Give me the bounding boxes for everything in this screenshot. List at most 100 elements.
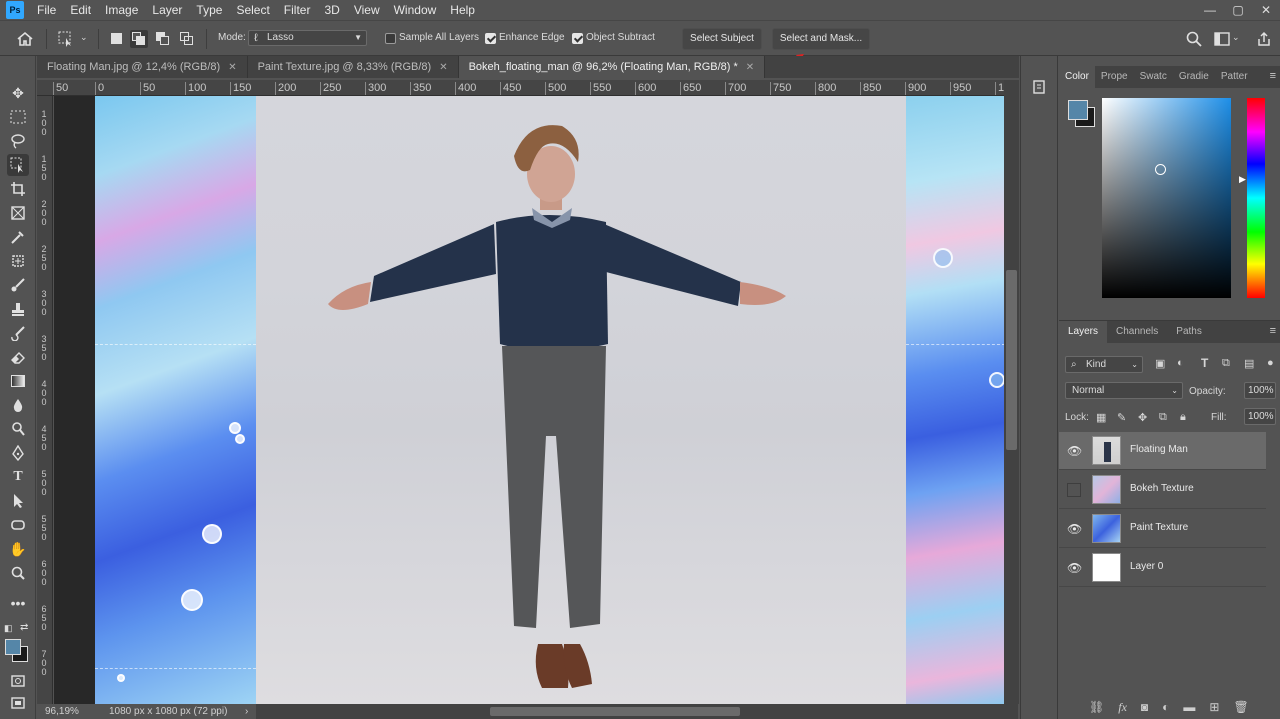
screen-mode-icon[interactable]	[7, 692, 29, 714]
color-picker-handle[interactable]	[1155, 164, 1166, 175]
lock-image-icon[interactable]: ✎	[1117, 411, 1126, 424]
dodge-tool-icon[interactable]	[7, 418, 29, 440]
menu-filter[interactable]: Filter	[277, 0, 318, 20]
rectangle-tool-icon[interactable]	[7, 514, 29, 536]
lock-position-icon[interactable]: ✥	[1138, 411, 1147, 424]
gradient-tool-icon[interactable]	[7, 370, 29, 392]
tab-properties[interactable]: Prope	[1095, 66, 1134, 88]
fill-input[interactable]: 100%	[1244, 408, 1276, 425]
marquee-tool-icon[interactable]	[7, 106, 29, 128]
canvas-area[interactable]	[54, 96, 1004, 704]
menu-layer[interactable]: Layer	[145, 0, 189, 20]
more-tools-icon[interactable]: •••	[7, 592, 29, 614]
new-selection-icon[interactable]	[108, 30, 126, 48]
visibility-eye-icon[interactable]: 👁︎	[1067, 561, 1082, 575]
opacity-input[interactable]: 100%	[1244, 382, 1276, 399]
share-icon[interactable]	[1255, 30, 1273, 48]
new-group-icon[interactable]: ▬	[1183, 700, 1195, 715]
chevron-down-icon[interactable]: ⌄	[1232, 32, 1240, 43]
home-icon[interactable]	[16, 30, 34, 48]
lasso-tool-icon[interactable]	[7, 130, 29, 152]
layer-name[interactable]: Paint Texture	[1130, 522, 1188, 533]
hand-tool-icon[interactable]: ✋	[7, 538, 29, 560]
object-select-tool-icon[interactable]	[57, 30, 75, 48]
clone-stamp-tool-icon[interactable]	[7, 298, 29, 320]
zoom-level[interactable]: 96,19%	[45, 704, 79, 719]
color-field[interactable]	[1102, 98, 1231, 298]
swap-colors-icon[interactable]: ⇄	[20, 622, 28, 633]
tab-patterns[interactable]: Patter	[1215, 66, 1254, 88]
tab-gradients[interactable]: Gradie	[1173, 66, 1215, 88]
menu-edit[interactable]: Edit	[63, 0, 98, 20]
tab-channels[interactable]: Channels	[1107, 321, 1167, 343]
filter-type-icon[interactable]: T	[1201, 356, 1208, 370]
layer-name[interactable]: Floating Man	[1130, 444, 1188, 455]
chevron-down-icon[interactable]: ⌄	[80, 32, 88, 43]
layer-filter-dropdown[interactable]: ⌕ Kind ⌄	[1065, 356, 1143, 373]
frame-tool-icon[interactable]	[7, 202, 29, 224]
new-layer-icon[interactable]: ⊞	[1209, 700, 1219, 715]
link-layers-icon[interactable]: ⛓︎	[1089, 700, 1104, 715]
filter-pixel-icon[interactable]: ▣	[1155, 357, 1165, 370]
layer-paint-texture[interactable]: 👁︎ Paint Texture	[1059, 510, 1266, 548]
filter-toggle-icon[interactable]: ●	[1267, 357, 1274, 369]
menu-image[interactable]: Image	[98, 0, 145, 20]
sample-all-layers-checkbox[interactable]	[385, 33, 396, 44]
close-icon[interactable]: ✕	[228, 62, 236, 73]
menu-select[interactable]: Select	[229, 0, 276, 20]
panel-menu-icon[interactable]: ≡	[1270, 70, 1276, 82]
enhance-edge-checkbox[interactable]	[485, 33, 496, 44]
filter-shape-icon[interactable]: ⧉	[1222, 357, 1230, 370]
vertical-scroll-thumb[interactable]	[1006, 270, 1017, 450]
tab-paths[interactable]: Paths	[1167, 321, 1211, 343]
foreground-color-swatch[interactable]	[5, 639, 21, 655]
layer-style-icon[interactable]: fx	[1118, 700, 1127, 715]
lock-all-icon[interactable]: 🔒︎	[1180, 411, 1186, 424]
path-selection-tool-icon[interactable]	[7, 490, 29, 512]
intersect-selection-icon[interactable]	[178, 30, 196, 48]
menu-window[interactable]: Window	[387, 0, 444, 20]
subtract-from-selection-icon[interactable]	[154, 30, 172, 48]
mode-dropdown[interactable]: ℓ Lasso ▼	[248, 30, 367, 46]
tab-floating-man[interactable]: Floating Man.jpg @ 12,4% (RGB/8) ✕	[37, 56, 248, 78]
ruler-horizontal[interactable]: 50 0 50 100 150 200 250 300 350 400 450 …	[37, 80, 1009, 96]
brush-tool-icon[interactable]	[7, 274, 29, 296]
pen-tool-icon[interactable]	[7, 442, 29, 464]
close-button[interactable]: ✕	[1252, 0, 1280, 20]
document-canvas[interactable]	[95, 96, 1004, 704]
crop-tool-icon[interactable]	[7, 178, 29, 200]
photoshop-logo[interactable]: Ps	[6, 1, 24, 19]
tab-layers[interactable]: Layers	[1059, 321, 1108, 343]
layer-name[interactable]: Layer 0	[1130, 561, 1163, 572]
lock-transparent-icon[interactable]: ▦	[1096, 411, 1106, 424]
history-brush-tool-icon[interactable]	[7, 322, 29, 344]
add-mask-icon[interactable]: ◙	[1141, 700, 1148, 715]
chevron-right-icon[interactable]: ›	[245, 704, 248, 719]
menu-help[interactable]: Help	[443, 0, 482, 20]
object-subtract-checkbox[interactable]	[572, 33, 583, 44]
blur-tool-icon[interactable]	[7, 394, 29, 416]
horizontal-scroll-thumb[interactable]	[490, 707, 740, 716]
menu-type[interactable]: Type	[189, 0, 229, 20]
hue-slider-handle[interactable]: ▶	[1239, 174, 1246, 185]
zoom-tool-icon[interactable]	[7, 562, 29, 584]
layer-0[interactable]: 👁︎ Layer 0	[1059, 549, 1266, 587]
default-colors-icon[interactable]: ◧	[4, 623, 13, 634]
close-icon[interactable]: ✕	[746, 62, 754, 73]
panel-menu-icon[interactable]: ≡	[1270, 325, 1276, 337]
select-subject-button[interactable]: Select Subject	[682, 28, 762, 50]
foreground-color-swatch[interactable]	[1068, 100, 1088, 120]
layer-floating-man[interactable]: 👁︎ Floating Man	[1059, 432, 1266, 470]
menu-3d[interactable]: 3D	[317, 0, 346, 20]
layer-name[interactable]: Bokeh Texture	[1130, 483, 1194, 494]
close-icon[interactable]: ✕	[439, 62, 447, 73]
layer-bokeh-texture[interactable]: Bokeh Texture	[1059, 471, 1266, 509]
quick-mask-icon[interactable]	[7, 670, 29, 692]
visibility-toggle-off[interactable]	[1067, 483, 1081, 497]
menu-file[interactable]: File	[30, 0, 63, 20]
healing-brush-tool-icon[interactable]	[7, 250, 29, 272]
adjustment-layer-icon[interactable]: ◐	[1162, 700, 1169, 715]
type-tool-icon[interactable]: T	[7, 466, 29, 488]
blend-mode-dropdown[interactable]: Normal ⌄	[1065, 382, 1183, 399]
select-and-mask-button[interactable]: Select and Mask...	[772, 28, 870, 50]
